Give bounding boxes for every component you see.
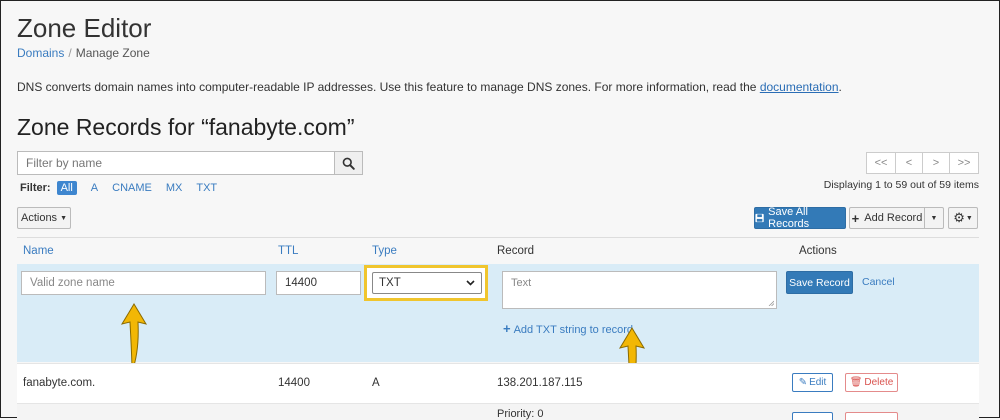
row-type: A xyxy=(372,377,380,389)
resize-handle-icon[interactable] xyxy=(768,300,774,306)
table-row: fanabyte.com. 14400 A 138.201.187.115 ✎ E… xyxy=(17,363,979,404)
breadcrumb: Domains / Manage Zone xyxy=(17,46,150,60)
table-row: Priority: 0 xyxy=(17,403,979,420)
add-txt-string-link[interactable]: + Add TXT string to record xyxy=(503,321,633,336)
txt-record-textarea[interactable]: Text xyxy=(502,271,777,309)
description-end: . xyxy=(838,80,842,94)
edit-record-button[interactable]: ✎ Edit xyxy=(792,373,833,392)
edit-record-button[interactable] xyxy=(792,412,833,420)
filter-cname[interactable]: CNAME xyxy=(112,182,152,194)
cancel-link[interactable]: Cancel xyxy=(862,276,895,288)
add-txt-label: Add TXT string to record xyxy=(513,324,634,336)
page-title: Zone Editor xyxy=(17,13,152,43)
next-page-button[interactable]: > xyxy=(922,152,950,174)
save-all-label: Save All Records xyxy=(768,206,810,230)
table-header: Name TTL Type Record Actions xyxy=(17,237,979,266)
caret-down-icon: ▼ xyxy=(60,214,67,222)
zone-records-heading: Zone Records for “fanabyte.com” xyxy=(17,114,355,140)
edit-label: Edit xyxy=(809,377,827,388)
breadcrumb-current: Manage Zone xyxy=(75,46,150,60)
row-name: fanabyte.com. xyxy=(23,377,96,389)
delete-record-button[interactable]: 🗑 Delete xyxy=(845,373,898,392)
row-record-priority: Priority: 0 xyxy=(497,408,544,420)
chevron-down-icon xyxy=(466,280,475,286)
search-icon xyxy=(342,157,355,170)
record-placeholder: Text xyxy=(511,277,532,289)
prev-page-button[interactable]: < xyxy=(895,152,923,174)
filter-label: Filter: xyxy=(20,182,51,194)
add-record-button[interactable]: + Add Record xyxy=(849,207,925,229)
type-select-highlight: TXT xyxy=(364,265,488,301)
delete-label: Delete xyxy=(864,377,894,388)
add-record-label: Add Record xyxy=(864,212,923,224)
search-input[interactable] xyxy=(17,151,334,175)
pagination: << < > >> xyxy=(866,152,979,174)
delete-record-button[interactable] xyxy=(845,412,898,420)
add-record-dropdown-toggle[interactable]: ▼ xyxy=(924,207,944,229)
column-name-header[interactable]: Name xyxy=(23,245,54,257)
breadcrumb-separator: / xyxy=(68,46,72,60)
column-record-header: Record xyxy=(497,245,535,257)
ttl-input[interactable] xyxy=(276,271,361,295)
description-text: DNS converts domain names into computer-… xyxy=(17,80,760,94)
last-page-button[interactable]: >> xyxy=(949,152,979,174)
filter-mx[interactable]: MX xyxy=(166,182,183,194)
save-all-records-button[interactable]: Save All Records xyxy=(754,206,846,230)
column-ttl-header[interactable]: TTL xyxy=(278,245,298,257)
plus-icon: + xyxy=(503,321,511,336)
caret-down-icon: ▼ xyxy=(930,214,938,222)
filter-bar: Filter: All A CNAME MX TXT xyxy=(20,181,231,195)
filter-a[interactable]: A xyxy=(91,182,98,194)
save-record-button[interactable]: Save Record xyxy=(786,271,853,294)
caret-down-icon: ▼ xyxy=(965,214,973,222)
filter-all[interactable]: All xyxy=(56,181,77,195)
column-actions-header: Actions xyxy=(799,245,837,257)
search-button[interactable] xyxy=(334,151,363,175)
new-record-edit-row: TXT Text +Add TXT string to record Save … xyxy=(17,264,979,397)
page-description: DNS converts domain names into computer-… xyxy=(17,80,842,94)
filter-txt[interactable]: TXT xyxy=(196,182,217,194)
trash-icon: 🗑 xyxy=(849,377,863,388)
pencil-icon: ✎ xyxy=(798,377,808,388)
breadcrumb-domains-link[interactable]: Domains xyxy=(17,46,64,60)
actions-dropdown-button[interactable]: Actions ▼ xyxy=(17,207,71,229)
actions-label: Actions xyxy=(20,212,58,224)
floppy-disk-icon xyxy=(755,213,764,223)
row-ttl: 14400 xyxy=(278,377,310,389)
settings-dropdown-button[interactable]: ⚙ ▼ xyxy=(948,207,978,229)
search-group xyxy=(17,151,363,175)
column-type-header[interactable]: Type xyxy=(372,245,397,257)
pagination-summary: Displaying 1 to 59 out of 59 items xyxy=(823,179,979,191)
plus-icon: + xyxy=(851,210,860,226)
type-select[interactable]: TXT xyxy=(372,272,482,294)
type-select-value: TXT xyxy=(379,277,401,289)
row-record: 138.201.187.115 xyxy=(497,377,583,389)
documentation-link[interactable]: documentation xyxy=(760,80,839,94)
gear-icon: ⚙ xyxy=(953,210,965,225)
first-page-button[interactable]: << xyxy=(866,152,896,174)
zone-name-input[interactable] xyxy=(21,271,266,295)
